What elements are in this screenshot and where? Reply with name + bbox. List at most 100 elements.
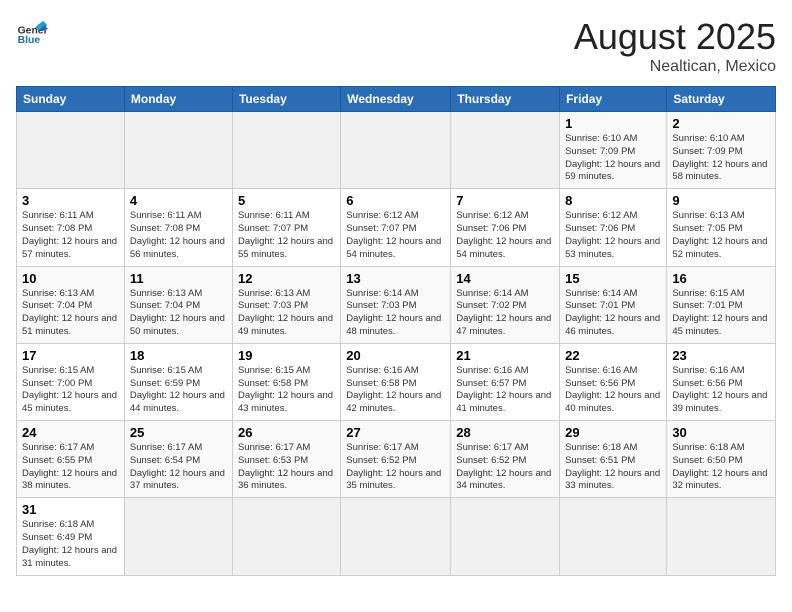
calendar-body: 1 Sunrise: 6:10 AM Sunset: 7:09 PM Daylig… — [17, 112, 776, 576]
day-header-sunday: Sunday — [17, 87, 125, 112]
day-info: Sunrise: 6:18 AM Sunset: 6:49 PM Dayligh… — [22, 519, 119, 570]
day-number: 12 — [238, 271, 335, 286]
day-number: 25 — [130, 425, 227, 440]
calendar-cell: 17 Sunrise: 6:15 AM Sunset: 7:00 PM Dayli… — [17, 343, 125, 420]
calendar-cell: 23 Sunrise: 6:16 AM Sunset: 6:56 PM Dayli… — [667, 343, 776, 420]
day-number: 10 — [22, 271, 119, 286]
day-number: 13 — [346, 271, 445, 286]
day-number: 2 — [672, 116, 770, 131]
day-info: Sunrise: 6:14 AM Sunset: 7:01 PM Dayligh… — [565, 288, 661, 339]
day-number: 5 — [238, 193, 335, 208]
day-info: Sunrise: 6:11 AM Sunset: 7:08 PM Dayligh… — [130, 210, 227, 261]
day-header-thursday: Thursday — [451, 87, 560, 112]
day-header-saturday: Saturday — [667, 87, 776, 112]
day-header-monday: Monday — [124, 87, 232, 112]
day-info: Sunrise: 6:17 AM Sunset: 6:54 PM Dayligh… — [130, 442, 227, 493]
calendar-cell: 11 Sunrise: 6:13 AM Sunset: 7:04 PM Dayli… — [124, 266, 232, 343]
calendar-cell: 15 Sunrise: 6:14 AM Sunset: 7:01 PM Dayli… — [560, 266, 667, 343]
day-info: Sunrise: 6:10 AM Sunset: 7:09 PM Dayligh… — [565, 133, 661, 184]
day-info: Sunrise: 6:13 AM Sunset: 7:04 PM Dayligh… — [22, 288, 119, 339]
calendar-cell: 25 Sunrise: 6:17 AM Sunset: 6:54 PM Dayli… — [124, 421, 232, 498]
calendar-cell: 9Sunrise: 6:13 AM Sunset: 7:05 PM Daylig… — [667, 189, 776, 266]
day-header-wednesday: Wednesday — [341, 87, 451, 112]
day-number: 31 — [22, 502, 119, 517]
day-info: Sunrise: 6:17 AM Sunset: 6:53 PM Dayligh… — [238, 442, 335, 493]
calendar-week-row: 10 Sunrise: 6:13 AM Sunset: 7:04 PM Dayli… — [17, 266, 776, 343]
day-number: 18 — [130, 348, 227, 363]
calendar-cell — [124, 112, 232, 189]
calendar-cell: 13 Sunrise: 6:14 AM Sunset: 7:03 PM Dayli… — [341, 266, 451, 343]
day-number: 16 — [672, 271, 770, 286]
calendar-cell: 10 Sunrise: 6:13 AM Sunset: 7:04 PM Dayli… — [17, 266, 125, 343]
day-number: 20 — [346, 348, 445, 363]
day-info: Sunrise: 6:13 AM Sunset: 7:05 PM Dayligh… — [672, 210, 770, 261]
calendar-cell: 18Sunrise: 6:15 AM Sunset: 6:59 PM Dayli… — [124, 343, 232, 420]
calendar-cell: 6Sunrise: 6:12 AM Sunset: 7:07 PM Daylig… — [341, 189, 451, 266]
day-info: Sunrise: 6:16 AM Sunset: 6:57 PM Dayligh… — [456, 365, 554, 416]
day-info: Sunrise: 6:13 AM Sunset: 7:03 PM Dayligh… — [238, 288, 335, 339]
calendar-cell: 29Sunrise: 6:18 AM Sunset: 6:51 PM Dayli… — [560, 421, 667, 498]
calendar-cell: 19 Sunrise: 6:15 AM Sunset: 6:58 PM Dayli… — [232, 343, 340, 420]
location: Nealtican, Mexico — [574, 58, 776, 76]
day-number: 26 — [238, 425, 335, 440]
calendar-cell — [17, 112, 125, 189]
calendar-cell: 8 Sunrise: 6:12 AM Sunset: 7:06 PM Daylig… — [560, 189, 667, 266]
day-info: Sunrise: 6:16 AM Sunset: 6:56 PM Dayligh… — [672, 365, 770, 416]
day-header-tuesday: Tuesday — [232, 87, 340, 112]
day-info: Sunrise: 6:11 AM Sunset: 7:08 PM Dayligh… — [22, 210, 119, 261]
day-number: 4 — [130, 193, 227, 208]
day-number: 19 — [238, 348, 335, 363]
page-header: General Blue August 2025 Nealtican, Mexi… — [16, 16, 776, 76]
calendar-cell: 7 Sunrise: 6:12 AM Sunset: 7:06 PM Daylig… — [451, 189, 560, 266]
day-info: Sunrise: 6:14 AM Sunset: 7:03 PM Dayligh… — [346, 288, 445, 339]
day-info: Sunrise: 6:17 AM Sunset: 6:52 PM Dayligh… — [456, 442, 554, 493]
calendar-cell: 14Sunrise: 6:14 AM Sunset: 7:02 PM Dayli… — [451, 266, 560, 343]
day-number: 8 — [565, 193, 661, 208]
day-info: Sunrise: 6:16 AM Sunset: 6:58 PM Dayligh… — [346, 365, 445, 416]
calendar-cell: 24Sunrise: 6:17 AM Sunset: 6:55 PM Dayli… — [17, 421, 125, 498]
logo-icon: General Blue — [16, 16, 48, 48]
calendar-cell: 12 Sunrise: 6:13 AM Sunset: 7:03 PM Dayli… — [232, 266, 340, 343]
calendar-cell — [667, 498, 776, 575]
calendar-cell: 3 Sunrise: 6:11 AM Sunset: 7:08 PM Daylig… — [17, 189, 125, 266]
calendar-week-row: 24Sunrise: 6:17 AM Sunset: 6:55 PM Dayli… — [17, 421, 776, 498]
day-info: Sunrise: 6:12 AM Sunset: 7:06 PM Dayligh… — [456, 210, 554, 261]
day-number: 14 — [456, 271, 554, 286]
day-info: Sunrise: 6:10 AM Sunset: 7:09 PM Dayligh… — [672, 133, 770, 184]
calendar-cell — [451, 498, 560, 575]
day-info: Sunrise: 6:15 AM Sunset: 6:58 PM Dayligh… — [238, 365, 335, 416]
day-info: Sunrise: 6:12 AM Sunset: 7:07 PM Dayligh… — [346, 210, 445, 261]
calendar-cell — [341, 112, 451, 189]
title-block: August 2025 Nealtican, Mexico — [574, 16, 776, 76]
day-number: 21 — [456, 348, 554, 363]
days-of-week-row: SundayMondayTuesdayWednesdayThursdayFrid… — [17, 87, 776, 112]
day-number: 15 — [565, 271, 661, 286]
calendar-week-row: 1 Sunrise: 6:10 AM Sunset: 7:09 PM Daylig… — [17, 112, 776, 189]
day-info: Sunrise: 6:15 AM Sunset: 7:00 PM Dayligh… — [22, 365, 119, 416]
day-number: 3 — [22, 193, 119, 208]
calendar-cell: 2 Sunrise: 6:10 AM Sunset: 7:09 PM Daylig… — [667, 112, 776, 189]
day-number: 28 — [456, 425, 554, 440]
day-header-friday: Friday — [560, 87, 667, 112]
calendar-cell — [124, 498, 232, 575]
calendar-header: SundayMondayTuesdayWednesdayThursdayFrid… — [17, 87, 776, 112]
calendar-cell: 30Sunrise: 6:18 AM Sunset: 6:50 PM Dayli… — [667, 421, 776, 498]
calendar-cell: 22Sunrise: 6:16 AM Sunset: 6:56 PM Dayli… — [560, 343, 667, 420]
month-year: August 2025 — [574, 16, 776, 58]
day-number: 17 — [22, 348, 119, 363]
calendar-cell: 21 Sunrise: 6:16 AM Sunset: 6:57 PM Dayli… — [451, 343, 560, 420]
day-info: Sunrise: 6:13 AM Sunset: 7:04 PM Dayligh… — [130, 288, 227, 339]
day-info: Sunrise: 6:12 AM Sunset: 7:06 PM Dayligh… — [565, 210, 661, 261]
day-number: 11 — [130, 271, 227, 286]
calendar-cell: 16Sunrise: 6:15 AM Sunset: 7:01 PM Dayli… — [667, 266, 776, 343]
calendar-cell: 4 Sunrise: 6:11 AM Sunset: 7:08 PM Daylig… — [124, 189, 232, 266]
day-number: 1 — [565, 116, 661, 131]
calendar-cell — [341, 498, 451, 575]
calendar-week-row: 17 Sunrise: 6:15 AM Sunset: 7:00 PM Dayli… — [17, 343, 776, 420]
calendar-cell: 20 Sunrise: 6:16 AM Sunset: 6:58 PM Dayli… — [341, 343, 451, 420]
day-number: 23 — [672, 348, 770, 363]
calendar-cell: 5Sunrise: 6:11 AM Sunset: 7:07 PM Daylig… — [232, 189, 340, 266]
day-number: 7 — [456, 193, 554, 208]
day-number: 24 — [22, 425, 119, 440]
calendar-cell — [232, 112, 340, 189]
